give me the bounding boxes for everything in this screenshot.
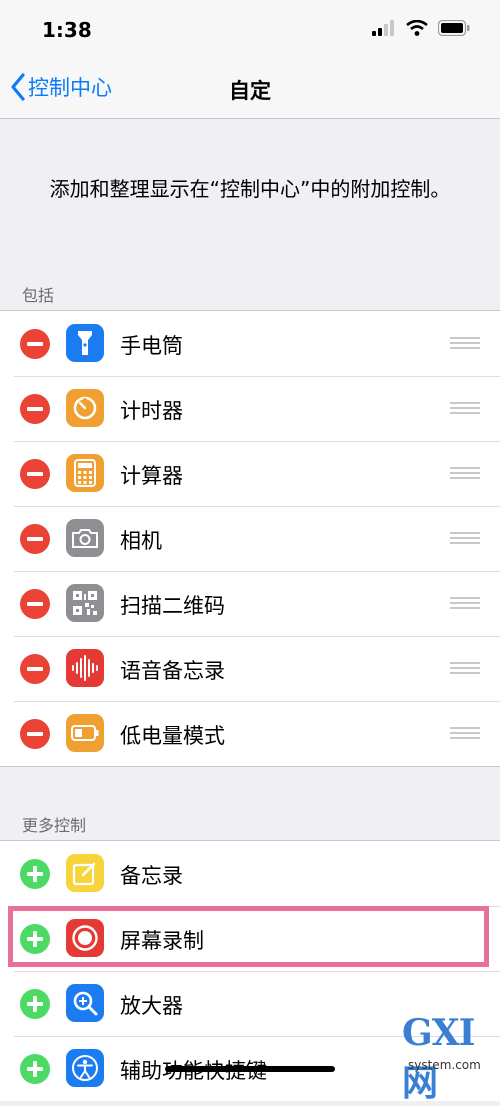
add-button[interactable] xyxy=(20,989,50,1019)
watermark-url: system.com xyxy=(408,1058,481,1072)
magnifier-icon xyxy=(66,984,104,1022)
list-item[interactable]: 相机 xyxy=(0,506,500,571)
flashlight-icon xyxy=(66,324,104,362)
row-label: 扫描二维码 xyxy=(120,594,225,618)
qr-code-icon xyxy=(66,584,104,622)
home-indicator[interactable] xyxy=(165,1066,335,1072)
timer-icon xyxy=(66,389,104,427)
drag-handle[interactable] xyxy=(450,532,480,545)
list-item[interactable]: 低电量模式 xyxy=(0,701,500,766)
watermark-logo: GXI网 system.com xyxy=(402,1008,498,1104)
add-button[interactable] xyxy=(20,859,50,889)
drag-handle[interactable] xyxy=(450,662,480,675)
drag-handle[interactable] xyxy=(450,337,480,350)
list-item[interactable]: 扫描二维码 xyxy=(0,571,500,636)
remove-button[interactable] xyxy=(20,524,50,554)
low-power-icon xyxy=(66,714,104,752)
list-item[interactable]: 屏幕录制 xyxy=(0,906,500,971)
row-label: 手电筒 xyxy=(120,334,183,358)
status-time: 1:38 xyxy=(42,18,92,42)
navigation-bar: 控制中心 自定 xyxy=(0,62,500,119)
camera-icon xyxy=(66,519,104,557)
add-button[interactable] xyxy=(20,924,50,954)
status-bar: 1:38 xyxy=(0,0,500,62)
battery-icon xyxy=(438,20,470,36)
row-label: 相机 xyxy=(120,529,162,553)
list-item[interactable]: 备忘录 xyxy=(0,841,500,906)
add-button[interactable] xyxy=(20,1054,50,1084)
accessibility-icon xyxy=(66,1049,104,1087)
calculator-icon xyxy=(66,454,104,492)
drag-handle[interactable] xyxy=(450,597,480,610)
included-controls-list: 手电筒 计时器 计算器 相机 扫描二维码 语音备忘录 低电量模式 xyxy=(0,310,500,767)
row-label: 语音备忘录 xyxy=(120,659,225,683)
drag-handle[interactable] xyxy=(450,467,480,480)
row-label: 放大器 xyxy=(120,994,183,1018)
signal-icon xyxy=(372,20,394,36)
remove-button[interactable] xyxy=(20,654,50,684)
screen-record-icon xyxy=(66,919,104,957)
row-label: 屏幕录制 xyxy=(120,929,204,953)
section-header-included: 包括 xyxy=(22,286,55,305)
remove-button[interactable] xyxy=(20,719,50,749)
drag-handle[interactable] xyxy=(450,727,480,740)
page-title: 自定 xyxy=(229,79,271,103)
remove-button[interactable] xyxy=(20,329,50,359)
section-header-more: 更多控制 xyxy=(22,816,87,835)
list-item[interactable]: 计时器 xyxy=(0,376,500,441)
description-text: 添加和整理显示在“控制中心”中的附加控制。 xyxy=(49,177,451,201)
status-icons xyxy=(372,20,470,36)
remove-button[interactable] xyxy=(20,394,50,424)
list-item[interactable]: 计算器 xyxy=(0,441,500,506)
notes-icon xyxy=(66,854,104,892)
drag-handle[interactable] xyxy=(450,402,480,415)
wifi-icon xyxy=(406,20,428,36)
row-label: 低电量模式 xyxy=(120,724,225,748)
voice-memo-icon xyxy=(66,649,104,687)
list-item[interactable]: 语音备忘录 xyxy=(0,636,500,701)
remove-button[interactable] xyxy=(20,459,50,489)
list-item[interactable]: 手电筒 xyxy=(0,311,500,376)
row-label: 备忘录 xyxy=(120,864,183,888)
row-label: 计时器 xyxy=(120,399,183,423)
row-label: 计算器 xyxy=(120,464,183,488)
remove-button[interactable] xyxy=(20,589,50,619)
